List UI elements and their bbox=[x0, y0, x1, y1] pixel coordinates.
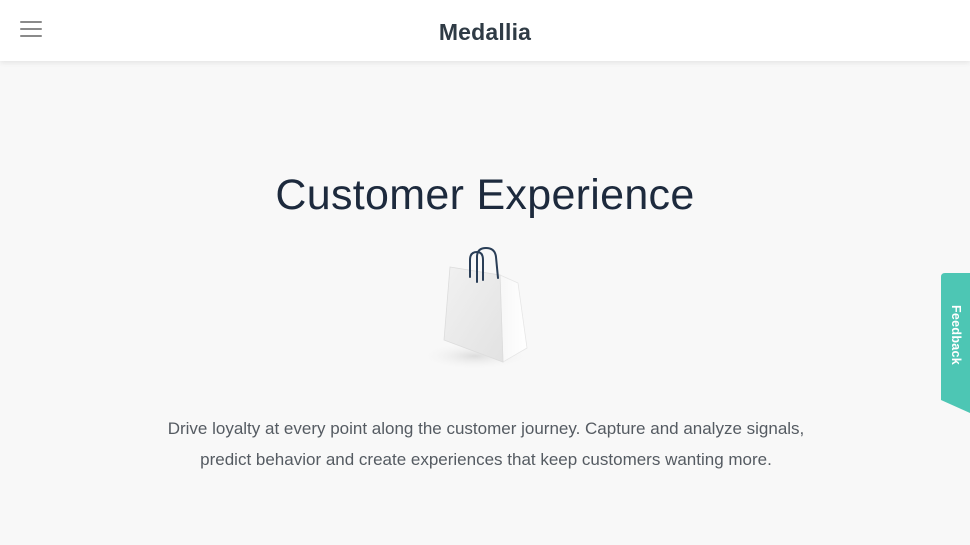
bag-side bbox=[499, 274, 528, 363]
page-title: Customer Experience bbox=[275, 171, 695, 219]
feedback-tab[interactable]: Feedback bbox=[941, 273, 970, 413]
shopping-bag-svg bbox=[420, 246, 530, 370]
feedback-label: Feedback bbox=[949, 304, 963, 366]
shopping-bag-icon bbox=[415, 240, 545, 380]
hero-description: Drive loyalty at every point along the c… bbox=[167, 419, 805, 469]
page: Medallia Customer Experience Drive loyal… bbox=[0, 0, 970, 545]
medallia-logo[interactable]: Medallia bbox=[0, 19, 970, 46]
top-header: Medallia bbox=[0, 0, 970, 61]
